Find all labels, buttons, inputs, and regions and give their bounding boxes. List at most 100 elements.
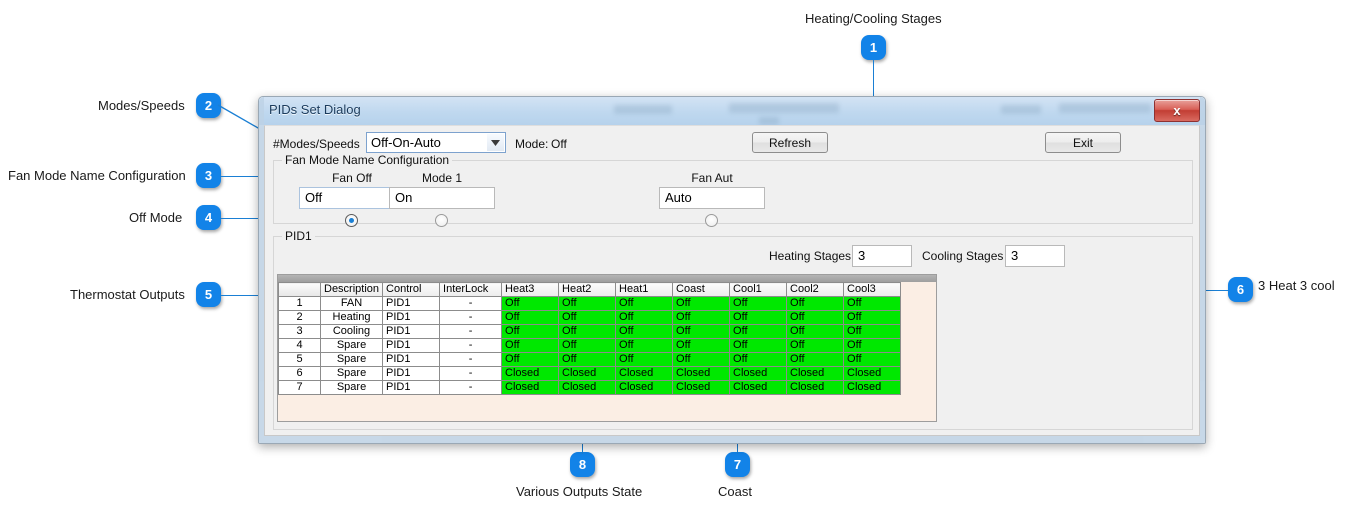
control-cell[interactable]: PID1 <box>382 352 441 367</box>
state-cell-cool2[interactable]: Off <box>786 324 845 339</box>
state-cell-cool3[interactable]: Off <box>843 338 902 353</box>
state-cell-cool3[interactable]: Closed <box>843 380 902 395</box>
mode-1-input[interactable]: On <box>389 187 495 209</box>
column-header-heat1[interactable]: Heat1 <box>615 282 674 297</box>
table-row[interactable]: 5 Spare PID1- Off Off Off Off Off Off Off <box>278 352 902 367</box>
state-cell-cool3[interactable]: Closed <box>843 366 902 381</box>
state-cell-coast[interactable]: Closed <box>672 380 731 395</box>
description-cell[interactable]: Heating <box>319 310 384 325</box>
state-cell-cool1[interactable]: Closed <box>729 366 788 381</box>
state-cell-heat2[interactable]: Closed <box>558 380 617 395</box>
window-titlebar[interactable]: PIDs Set Dialog x <box>259 97 1205 125</box>
description-cell[interactable]: Spare <box>319 352 384 367</box>
state-cell-heat3[interactable]: Off <box>501 324 560 339</box>
state-cell-heat3[interactable]: Closed <box>501 380 560 395</box>
state-cell-heat1[interactable]: Closed <box>615 380 674 395</box>
row-index-cell[interactable]: 5 <box>278 352 321 367</box>
state-cell-cool3[interactable]: Off <box>843 310 902 325</box>
cooling-stages-input[interactable]: 3 <box>1005 245 1065 267</box>
state-cell-heat2[interactable]: Off <box>558 296 617 311</box>
description-cell[interactable]: Cooling <box>319 324 384 339</box>
table-row[interactable]: 2 Heating PID1- Off Off Off Off Off Off Off <box>278 310 902 325</box>
state-cell-heat3[interactable]: Off <box>501 338 560 353</box>
column-header-cool3[interactable]: Cool3 <box>843 282 902 297</box>
state-cell-heat3[interactable]: Off <box>501 352 560 367</box>
control-cell[interactable]: PID1 <box>382 338 441 353</box>
state-cell-heat2[interactable]: Off <box>558 310 617 325</box>
state-cell-coast[interactable]: Closed <box>672 366 731 381</box>
control-cell[interactable]: PID1 <box>382 380 441 395</box>
annotation-badge-8[interactable]: 8 <box>570 452 595 477</box>
interlock-cell[interactable]: - <box>439 380 503 395</box>
table-row[interactable]: 6 Spare PID1- Closed Closed Closed Closed Close… <box>278 366 902 381</box>
state-cell-heat3[interactable]: Closed <box>501 366 560 381</box>
state-cell-coast[interactable]: Off <box>672 338 731 353</box>
interlock-cell[interactable]: - <box>439 366 503 381</box>
heating-stages-input[interactable]: 3 <box>852 245 912 267</box>
fan-off-radio[interactable] <box>345 214 358 227</box>
row-index-cell[interactable]: 7 <box>278 380 321 395</box>
interlock-cell[interactable]: - <box>439 352 503 367</box>
annotation-badge-4[interactable]: 4 <box>196 205 221 230</box>
column-header-row-number[interactable] <box>278 282 321 297</box>
annotation-badge-5[interactable]: 5 <box>196 282 221 307</box>
state-cell-cool2[interactable]: Off <box>786 338 845 353</box>
interlock-cell[interactable]: - <box>439 324 503 339</box>
table-row[interactable]: 4 Spare PID1- Off Off Off Off Off Off Off <box>278 338 902 353</box>
annotation-badge-7[interactable]: 7 <box>725 452 750 477</box>
exit-button[interactable]: Exit <box>1045 132 1121 153</box>
state-cell-heat1[interactable]: Off <box>615 310 674 325</box>
refresh-button[interactable]: Refresh <box>752 132 828 153</box>
state-cell-cool2[interactable]: Closed <box>786 366 845 381</box>
fan-aut-input[interactable]: Auto <box>659 187 765 209</box>
column-header-description[interactable]: Description <box>319 282 384 297</box>
close-icon[interactable]: x <box>1154 99 1200 122</box>
state-cell-cool2[interactable]: Off <box>786 352 845 367</box>
row-index-cell[interactable]: 4 <box>278 338 321 353</box>
state-cell-heat2[interactable]: Off <box>558 352 617 367</box>
control-cell[interactable]: PID1 <box>382 324 441 339</box>
column-header-cool1[interactable]: Cool1 <box>729 282 788 297</box>
table-row[interactable]: 1 FAN PID1- Off Off Off Off Off Off Off <box>278 296 902 311</box>
modes-speeds-combo[interactable]: Off-On-Auto <box>366 132 506 153</box>
column-header-coast[interactable]: Coast <box>672 282 731 297</box>
state-cell-heat1[interactable]: Closed <box>615 366 674 381</box>
table-row[interactable]: 3 Cooling PID1- Off Off Off Off Off Off Off <box>278 324 902 339</box>
row-index-cell[interactable]: 1 <box>278 296 321 311</box>
state-cell-heat1[interactable]: Off <box>615 338 674 353</box>
annotation-badge-1[interactable]: 1 <box>861 35 886 60</box>
table-row[interactable]: 7 Spare PID1- Closed Closed Closed Closed Close… <box>278 380 902 395</box>
fan-aut-radio[interactable] <box>705 214 718 227</box>
chevron-down-icon[interactable] <box>487 134 504 151</box>
column-header-cool2[interactable]: Cool2 <box>786 282 845 297</box>
state-cell-heat2[interactable]: Closed <box>558 366 617 381</box>
state-cell-cool1[interactable]: Off <box>729 310 788 325</box>
description-cell[interactable]: Spare <box>319 366 384 381</box>
interlock-cell[interactable]: - <box>439 338 503 353</box>
state-cell-coast[interactable]: Off <box>672 310 731 325</box>
state-cell-heat1[interactable]: Off <box>615 352 674 367</box>
state-cell-heat3[interactable]: Off <box>501 296 560 311</box>
state-cell-heat1[interactable]: Off <box>615 324 674 339</box>
state-cell-cool3[interactable]: Off <box>843 352 902 367</box>
state-cell-cool1[interactable]: Off <box>729 296 788 311</box>
interlock-cell[interactable]: - <box>439 296 503 311</box>
annotation-badge-3[interactable]: 3 <box>196 163 221 188</box>
state-cell-cool1[interactable]: Off <box>729 352 788 367</box>
state-cell-heat2[interactable]: Off <box>558 324 617 339</box>
state-cell-coast[interactable]: Off <box>672 296 731 311</box>
state-cell-cool1[interactable]: Closed <box>729 380 788 395</box>
column-header-interlock[interactable]: InterLock <box>439 282 503 297</box>
grid-horizontal-scrollbar[interactable] <box>278 275 936 282</box>
control-cell[interactable]: PID1 <box>382 310 441 325</box>
row-index-cell[interactable]: 3 <box>278 324 321 339</box>
control-cell[interactable]: PID1 <box>382 366 441 381</box>
column-header-heat2[interactable]: Heat2 <box>558 282 617 297</box>
state-cell-cool2[interactable]: Closed <box>786 380 845 395</box>
description-cell[interactable]: Spare <box>319 338 384 353</box>
state-cell-heat2[interactable]: Off <box>558 338 617 353</box>
state-cell-cool3[interactable]: Off <box>843 324 902 339</box>
interlock-cell[interactable]: - <box>439 310 503 325</box>
annotation-badge-6[interactable]: 6 <box>1228 277 1253 302</box>
state-cell-cool2[interactable]: Off <box>786 296 845 311</box>
